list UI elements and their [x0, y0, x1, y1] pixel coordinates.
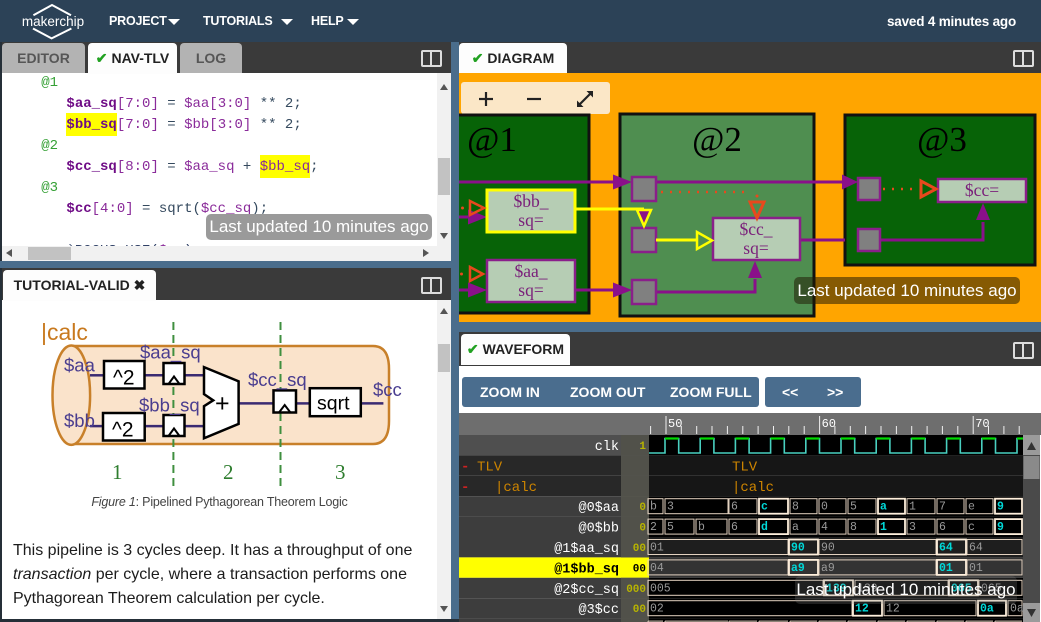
svg-text:$cc_sq: $cc_sq [248, 369, 307, 391]
svg-text:@2: @2 [692, 120, 742, 159]
svg-text:3: 3 [909, 521, 916, 534]
svg-text:8: 8 [792, 501, 799, 514]
svg-text:|calc: |calc [732, 480, 774, 496]
svg-text:04: 04 [650, 562, 664, 575]
svg-text:01: 01 [969, 562, 983, 575]
svg-text:3: 3 [335, 460, 346, 484]
svg-text:6: 6 [731, 501, 738, 514]
svg-text:5: 5 [667, 521, 674, 534]
svg-text:0a: 0a [980, 603, 994, 616]
svg-text:b: b [698, 521, 705, 534]
svg-text:0a: 0a [1010, 603, 1024, 616]
svg-text:$bb_: $bb_ [514, 191, 549, 211]
svg-text:@3$cc: @3$cc [578, 603, 619, 618]
svg-text:02: 02 [650, 603, 664, 616]
svg-text:2: 2 [650, 521, 657, 534]
svg-text:a9: a9 [821, 562, 835, 575]
svg-text:a: a [792, 521, 799, 534]
svg-text:@0$aa: @0$aa [578, 501, 619, 516]
svg-text:9: 9 [997, 501, 1004, 514]
svg-text:90: 90 [821, 542, 835, 555]
svg-text:d: d [761, 521, 768, 534]
svg-text:+: + [215, 390, 230, 418]
svg-text:64: 64 [939, 542, 953, 555]
svg-text:50: 50 [668, 417, 682, 431]
svg-text:a9: a9 [791, 562, 805, 575]
svg-text:1: 1 [639, 441, 646, 453]
svg-text:@3: @3 [917, 120, 967, 159]
svg-text:6: 6 [731, 521, 738, 534]
svg-text:$aa_: $aa_ [514, 261, 547, 281]
svg-text:9: 9 [997, 521, 1004, 534]
svg-text:0: 0 [821, 501, 828, 514]
svg-text:1: 1 [880, 521, 887, 534]
svg-text:00: 00 [633, 563, 646, 575]
svg-text:@1$bb_sq: @1$bb_sq [554, 562, 619, 577]
svg-text:^2: ^2 [112, 419, 134, 442]
svg-text:64: 64 [969, 542, 983, 555]
svg-text:sq=: sq= [518, 280, 544, 300]
svg-text:3: 3 [667, 501, 674, 514]
svg-text:$bb_sq: $bb_sq [139, 394, 200, 416]
svg-text:5: 5 [850, 501, 857, 514]
svg-text:@0$bb: @0$bb [578, 522, 619, 537]
svg-text:clk: clk [595, 440, 619, 455]
svg-text:005: 005 [650, 582, 671, 595]
svg-text:000: 000 [626, 584, 646, 596]
svg-text:70: 70 [975, 417, 989, 431]
svg-text:4: 4 [821, 521, 828, 534]
svg-text:00: 00 [633, 604, 646, 616]
svg-text:1: 1 [909, 501, 916, 514]
svg-text:-: - [461, 459, 469, 475]
svg-text:0: 0 [639, 502, 646, 514]
svg-text:e: e [968, 501, 975, 514]
svg-text:12: 12 [855, 603, 869, 616]
svg-text:7: 7 [939, 501, 946, 514]
svg-text:TLV: TLV [732, 459, 758, 475]
svg-text:8: 8 [850, 521, 857, 534]
svg-text:$aa_sq: $aa_sq [140, 342, 201, 364]
svg-text:00: 00 [633, 543, 646, 555]
svg-text:@1: @1 [467, 120, 517, 159]
svg-text:sqrt: sqrt [317, 393, 350, 415]
svg-text:01: 01 [939, 562, 953, 575]
svg-text:b: b [650, 501, 657, 514]
svg-text:sq=: sq= [743, 238, 769, 258]
svg-text:^2: ^2 [113, 367, 135, 390]
svg-text:$cc_: $cc_ [739, 219, 772, 239]
svg-text:0: 0 [639, 523, 646, 535]
svg-text:2: 2 [223, 460, 234, 484]
svg-text:12: 12 [886, 603, 900, 616]
svg-text:$bb: $bb [64, 410, 95, 431]
svg-text:@1$aa_sq: @1$aa_sq [554, 542, 619, 557]
svg-text:sq=: sq= [518, 210, 544, 230]
svg-text:60: 60 [822, 417, 836, 431]
svg-text:90: 90 [791, 542, 805, 555]
svg-text:TLV: TLV [477, 459, 503, 475]
svg-text:6: 6 [939, 521, 946, 534]
svg-text:@2$cc_sq: @2$cc_sq [554, 583, 619, 598]
svg-text:1: 1 [112, 460, 123, 484]
svg-text:|calc: |calc [495, 480, 537, 496]
svg-text:01: 01 [650, 542, 664, 555]
svg-text:$cc=: $cc= [965, 180, 999, 200]
svg-text:c: c [968, 521, 975, 534]
svg-text:a: a [880, 501, 887, 514]
svg-text:-: - [461, 480, 469, 496]
svg-text:|calc: |calc [41, 319, 88, 345]
svg-text:c: c [761, 501, 768, 514]
svg-text:$cc: $cc [373, 379, 402, 400]
svg-text:$aa: $aa [64, 355, 96, 376]
svg-text:makerchip: makerchip [22, 14, 84, 29]
